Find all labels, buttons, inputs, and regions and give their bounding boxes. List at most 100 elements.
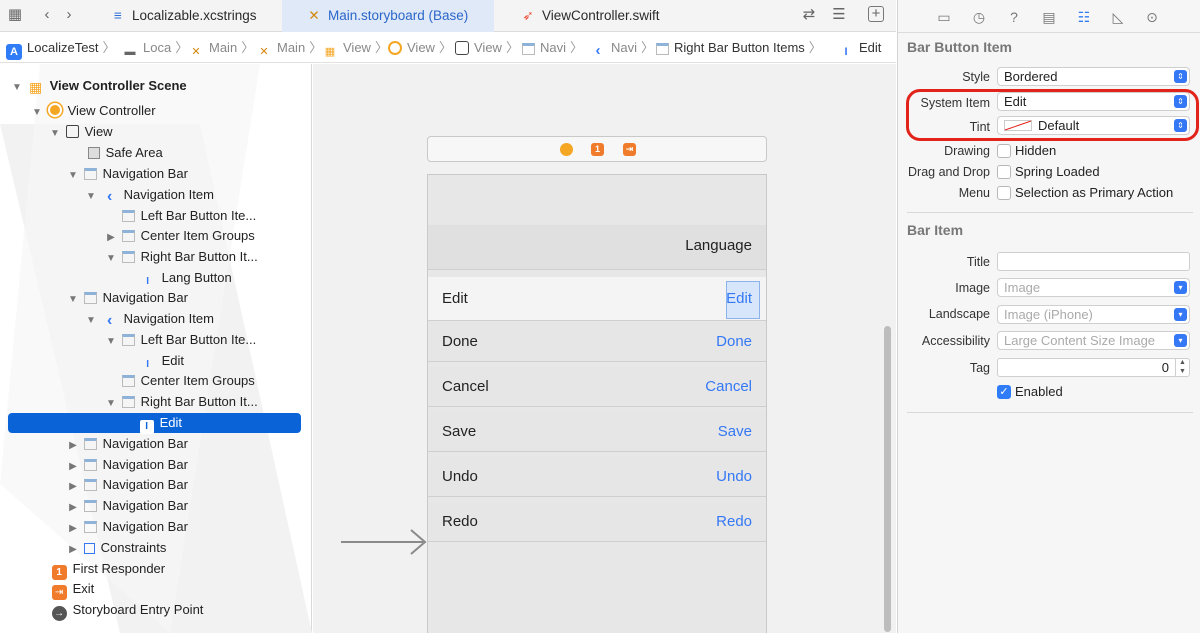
outline-edit-left[interactable]: I Edit bbox=[122, 351, 184, 371]
stepper-icon[interactable]: ▲ ▼ bbox=[1175, 358, 1189, 377]
disclosure-down-icon[interactable]: ▼ bbox=[104, 332, 118, 352]
edit-bar-button[interactable]: Edit bbox=[726, 277, 752, 321]
breadcrumb-view-controller[interactable]: View 〉 bbox=[388, 33, 452, 62]
history-inspector-icon[interactable]: ◷ bbox=[970, 8, 988, 26]
outline-navigation-bar[interactable]: ▶ Navigation Bar bbox=[66, 455, 188, 475]
outline-lang-button[interactable]: I Lang Button bbox=[122, 268, 232, 288]
navigation-bar-done[interactable]: Done Done bbox=[428, 322, 766, 362]
tab-localizable[interactable]: ≡ Localizable.xcstrings bbox=[110, 0, 280, 32]
breadcrumb-right-bar-button-items[interactable]: Right Bar Button Items 〉 bbox=[656, 33, 822, 62]
navigation-bar-save[interactable]: Save Save bbox=[428, 412, 766, 452]
file-inspector-icon[interactable]: ▭ bbox=[935, 8, 953, 26]
disclosure-down-icon[interactable]: ▼ bbox=[66, 166, 80, 186]
redo-bar-button[interactable]: Redo bbox=[716, 502, 752, 542]
disclosure-down-icon[interactable]: ▼ bbox=[48, 124, 62, 144]
breadcrumb-navigation-bar[interactable]: Navi 〉 bbox=[522, 33, 583, 62]
disclosure-down-icon[interactable]: ▼ bbox=[104, 249, 118, 269]
disclosure-down-icon[interactable]: ▼ bbox=[104, 394, 118, 414]
disclosure-right-icon[interactable]: ▶ bbox=[104, 228, 118, 248]
breadcrumb-view[interactable]: View 〉 bbox=[455, 33, 519, 62]
disclosure-down-icon[interactable]: ▼ bbox=[66, 290, 80, 310]
breadcrumb-edit[interactable]: I Edit bbox=[838, 33, 881, 62]
outline-right-bar-button-items[interactable]: ▼ Right Bar Button It... bbox=[104, 247, 258, 267]
outline-navigation-bar[interactable]: ▶ Navigation Bar bbox=[66, 434, 188, 454]
breadcrumb-folder[interactable]: ▬ Loca 〉 bbox=[122, 33, 189, 62]
done-bar-button[interactable]: Done bbox=[716, 322, 752, 362]
disclosure-right-icon[interactable]: ▶ bbox=[66, 519, 80, 539]
save-bar-button[interactable]: Save bbox=[718, 412, 752, 452]
view-controller-canvas[interactable]: Language Edit Edit Done Done Cancel Canc… bbox=[427, 174, 767, 633]
view-controller-icon[interactable] bbox=[560, 143, 573, 156]
disclosure-down-icon[interactable]: ▼ bbox=[10, 78, 24, 98]
spring-loaded-checkbox[interactable] bbox=[997, 165, 1011, 179]
disclosure-right-icon[interactable]: ▶ bbox=[66, 477, 80, 497]
outline-left-bar-button-items[interactable]: Left Bar Button Ite... bbox=[104, 206, 256, 226]
breadcrumb-main[interactable]: ✕ Main 〉 bbox=[188, 33, 254, 62]
disclosure-down-icon[interactable]: ▼ bbox=[30, 103, 44, 123]
title-field[interactable] bbox=[997, 252, 1190, 271]
outline-center-item-groups[interactable]: ▶ Center Item Groups bbox=[104, 226, 255, 246]
editor-options-icon[interactable]: ☰ bbox=[830, 6, 848, 24]
outline-scene[interactable]: ▼ ▦ View Controller Scene bbox=[10, 76, 187, 96]
tab-viewcontroller-swift[interactable]: ➶ ViewController.swift bbox=[520, 0, 720, 32]
outline-navigation-item[interactable]: ▼ ‹ Navigation Item bbox=[84, 309, 214, 329]
outline-right-bar-button-items[interactable]: ▼ Right Bar Button It... bbox=[104, 392, 258, 412]
canvas-scrollbar[interactable] bbox=[884, 326, 891, 632]
add-editor-icon[interactable]: + bbox=[868, 6, 884, 22]
identity-inspector-icon[interactable]: ▤ bbox=[1040, 8, 1058, 26]
hidden-checkbox[interactable] bbox=[997, 144, 1011, 158]
outline-safe-area[interactable]: Safe Area bbox=[70, 143, 163, 163]
primary-action-checkbox[interactable] bbox=[997, 186, 1011, 200]
breadcrumb-navigation-item[interactable]: ‹ Navi 〉 bbox=[590, 33, 655, 62]
breadcrumb-main-base[interactable]: ✕ Main 〉 bbox=[256, 33, 322, 62]
storyboard-canvas[interactable]: 1 ⇥ Language Edit Edit Done Done Cancel … bbox=[313, 64, 896, 633]
disclosure-down-icon[interactable]: ▼ bbox=[84, 187, 98, 207]
outline-navigation-bar[interactable]: ▶ Navigation Bar bbox=[66, 517, 188, 537]
forward-chevron-icon[interactable]: › bbox=[60, 6, 78, 24]
disclosure-down-icon[interactable]: ▼ bbox=[84, 311, 98, 331]
undo-bar-button[interactable]: Undo bbox=[716, 457, 752, 497]
outline-navigation-bar[interactable]: ▶ Navigation Bar bbox=[66, 475, 188, 495]
entry-point-arrow-icon[interactable] bbox=[341, 528, 431, 558]
first-responder-icon[interactable]: 1 bbox=[591, 143, 604, 156]
breadcrumb-project[interactable]: A LocalizeTest 〉 bbox=[6, 33, 116, 62]
outline-left-bar-button-items[interactable]: ▼ Left Bar Button Ite... bbox=[104, 330, 256, 350]
disclosure-right-icon[interactable]: ▶ bbox=[66, 498, 80, 518]
back-chevron-icon[interactable]: ‹ bbox=[38, 6, 56, 24]
style-popup[interactable]: Bordered ⇕ bbox=[997, 67, 1190, 86]
help-inspector-icon[interactable]: ? bbox=[1005, 8, 1023, 26]
attributes-inspector-icon[interactable]: ☷ bbox=[1075, 8, 1093, 26]
disclosure-right-icon[interactable]: ▶ bbox=[66, 540, 80, 560]
exit-icon[interactable]: ⇥ bbox=[623, 143, 636, 156]
navigation-bar-language[interactable]: Language bbox=[428, 225, 766, 270]
image-popup[interactable]: Image ▾ bbox=[997, 278, 1190, 297]
outline-navigation-item[interactable]: ▼ ‹ Navigation Item bbox=[84, 185, 214, 205]
disclosure-right-icon[interactable]: ▶ bbox=[66, 436, 80, 456]
grid-icon[interactable]: ▦ bbox=[6, 6, 24, 24]
outline-constraints[interactable]: ▶ Constraints bbox=[66, 538, 166, 558]
tab-main-storyboard[interactable]: ✕ Main.storyboard (Base) bbox=[282, 0, 494, 32]
tag-field[interactable]: 0 ▲ ▼ bbox=[997, 358, 1190, 377]
navigation-bar-redo[interactable]: Redo Redo bbox=[428, 502, 766, 542]
outline-navigation-bar[interactable]: ▼ Navigation Bar bbox=[66, 164, 188, 184]
outline-navigation-bar[interactable]: ▶ Navigation Bar bbox=[66, 496, 188, 516]
outline-edit-selected[interactable]: I Edit bbox=[8, 413, 301, 434]
outline-center-item-groups[interactable]: Center Item Groups bbox=[104, 371, 255, 391]
accessibility-popup[interactable]: Large Content Size Image ▾ bbox=[997, 331, 1190, 350]
outline-view[interactable]: ▼ View bbox=[48, 122, 113, 142]
navigation-bar-cancel[interactable]: Cancel Cancel bbox=[428, 367, 766, 407]
navigation-bar-edit[interactable]: Edit Edit bbox=[428, 277, 766, 321]
enabled-checkbox[interactable]: ✓ bbox=[997, 385, 1011, 399]
cancel-bar-button[interactable]: Cancel bbox=[705, 367, 752, 407]
outline-storyboard-entry-point[interactable]: → Storyboard Entry Point bbox=[34, 600, 203, 621]
landscape-popup[interactable]: Image (iPhone) ▾ bbox=[997, 305, 1190, 324]
outline-navigation-bar[interactable]: ▼ Navigation Bar bbox=[66, 288, 188, 308]
connections-inspector-icon[interactable]: ⊙ bbox=[1143, 8, 1161, 26]
outline-first-responder[interactable]: 1 First Responder bbox=[34, 559, 165, 580]
swap-icon[interactable]: ⇄ bbox=[800, 6, 818, 24]
disclosure-right-icon[interactable]: ▶ bbox=[66, 457, 80, 477]
outline-view-controller[interactable]: ▼ View Controller bbox=[30, 101, 156, 121]
lang-button[interactable]: Language bbox=[685, 237, 752, 254]
navigation-bar-undo[interactable]: Undo Undo bbox=[428, 457, 766, 497]
size-inspector-icon[interactable]: ◺ bbox=[1109, 8, 1127, 26]
